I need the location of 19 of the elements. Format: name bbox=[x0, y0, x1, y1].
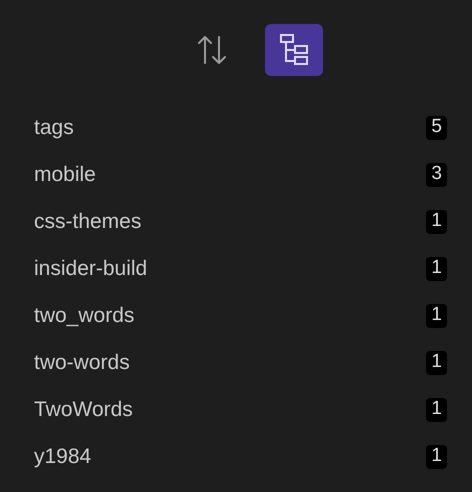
tree-view-button[interactable] bbox=[265, 24, 323, 76]
tag-name[interactable]: css-themes bbox=[34, 206, 142, 238]
tag-count: 1 bbox=[426, 398, 447, 422]
tag-name[interactable]: two_words bbox=[34, 300, 134, 332]
tag-count: 1 bbox=[426, 350, 447, 374]
tag-name[interactable]: TwoWords bbox=[34, 394, 133, 426]
tag-name[interactable]: mobile bbox=[34, 158, 96, 190]
tag-name[interactable]: insider-build bbox=[34, 252, 148, 284]
tag-count: 1 bbox=[426, 210, 447, 234]
tag-name[interactable]: two-words bbox=[34, 346, 130, 378]
tag-count: 5 bbox=[426, 116, 447, 140]
hierarchy-icon bbox=[279, 33, 309, 67]
tag-name[interactable]: y1984 bbox=[34, 440, 92, 472]
tag-count: 1 bbox=[426, 304, 447, 328]
tag-count: 1 bbox=[426, 256, 447, 280]
tag-count: 1 bbox=[426, 444, 447, 468]
tag-name[interactable]: tags bbox=[34, 112, 74, 144]
tag-count: 3 bbox=[426, 162, 447, 186]
sort-icon bbox=[195, 33, 229, 67]
